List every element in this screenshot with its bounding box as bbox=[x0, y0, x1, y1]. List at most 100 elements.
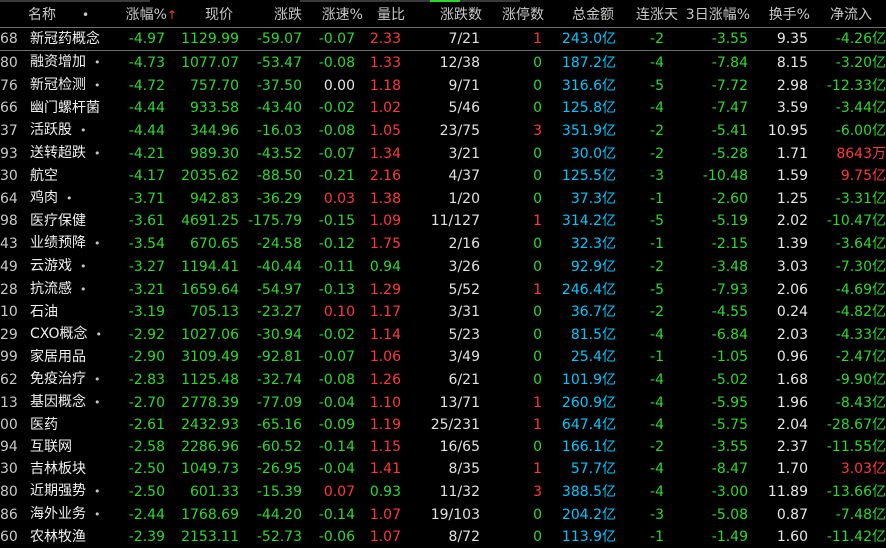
dot-icon: • bbox=[94, 237, 101, 250]
row-net-inflow: -3.44亿 bbox=[816, 97, 886, 119]
row-vol-ratio: 2.33 bbox=[363, 27, 413, 51]
table-row[interactable]: 30 吉林板块 -2.50 1049.73 -26.95 -0.04 1.41 8/35 1 57… bbox=[0, 458, 886, 480]
table-row[interactable]: 37 活跃股 • -4.44 344.96 -16.03 -0.08 1.05 23/75 3 35… bbox=[0, 119, 886, 142]
net-inflow-unit: 亿 bbox=[872, 258, 886, 275]
row-turnover: 1.60 bbox=[776, 529, 808, 545]
row-speed: 0.07 bbox=[323, 483, 355, 500]
table-row[interactable]: 30 航空 -4.17 2035.62 -88.50 -0.21 2.16 4/37 0 125.… bbox=[0, 165, 886, 187]
row-streak: -3 bbox=[650, 506, 664, 523]
row-code: 86 bbox=[0, 506, 18, 523]
table-row[interactable]: 80 近期强势 • -2.50 601.33 -15.39 0.07 0.93 11/32 3 38… bbox=[0, 480, 886, 503]
col-name[interactable]: 名称 • bbox=[20, 3, 112, 28]
row-amount: 30.0亿 bbox=[548, 142, 618, 165]
table-row[interactable]: 62 免疫治疗 • -2.83 1125.48 -32.74 -0.08 1.26 6/21 0 1… bbox=[0, 368, 886, 391]
row-price: 2035.62 bbox=[181, 168, 239, 184]
net-inflow-value: -7.48 bbox=[835, 506, 872, 523]
row-pct: -3.21 bbox=[128, 281, 165, 298]
row-amount: 32.3亿 bbox=[548, 232, 618, 255]
row-turnover: 1.59 bbox=[776, 168, 808, 184]
amount-unit: 亿 bbox=[602, 326, 616, 343]
row-pct3d: -3.00 bbox=[711, 483, 748, 500]
table-row[interactable]: 49 云游戏 • -3.27 1194.41 -40.44 -0.11 0.94 3/26 0 92… bbox=[0, 255, 886, 278]
row-vol-ratio: 2.16 bbox=[369, 168, 401, 184]
row-net-inflow: 3.03亿 bbox=[816, 458, 886, 480]
row-turnover: 1.39 bbox=[776, 235, 808, 252]
table-row[interactable]: 76 新冠检测 • -4.72 757.70 -37.50 0.00 1.18 9/71 0 316… bbox=[0, 74, 886, 97]
row-change: -60.52 bbox=[256, 439, 302, 455]
row-speed: -0.12 bbox=[318, 235, 355, 252]
row-streak: -2 bbox=[650, 122, 664, 139]
row-net-inflow: -7.30亿 bbox=[816, 255, 886, 278]
row-amount: 125.5亿 bbox=[548, 165, 618, 187]
table-row[interactable]: 43 业绩预降 • -3.54 670.65 -24.58 -0.12 1.75 2/16 0 32… bbox=[0, 232, 886, 255]
row-rise-count: 13/71 bbox=[439, 394, 480, 411]
row-name: 吉林板块 bbox=[20, 458, 112, 480]
row-streak: -3 bbox=[650, 168, 664, 184]
col-streak[interactable]: 连涨天 bbox=[618, 3, 678, 28]
net-inflow-value: -4.69 bbox=[835, 281, 872, 298]
row-amount: 314.2亿 bbox=[548, 210, 618, 232]
row-change: -23.27 bbox=[256, 304, 302, 320]
col-speed[interactable]: 涨速% bbox=[308, 3, 363, 28]
net-inflow-value: -2.47 bbox=[835, 349, 872, 365]
col-vol-ratio[interactable]: 量比 bbox=[363, 3, 413, 28]
row-turnover: 3.03 bbox=[776, 258, 808, 275]
row-code: 60 bbox=[0, 529, 18, 545]
row-limit-up: 1 bbox=[533, 461, 542, 477]
row-net-inflow: -28.67亿 bbox=[816, 414, 886, 436]
amount-value: 101.9 bbox=[561, 371, 602, 388]
row-code: 64 bbox=[0, 190, 18, 207]
col-change[interactable]: 涨跌 bbox=[247, 3, 308, 28]
col-net-inflow[interactable]: 净流入 bbox=[816, 3, 886, 28]
table-row[interactable]: 10 石油 -3.19 705.13 -23.27 0.10 1.17 3/31 0 36.7亿 -… bbox=[0, 301, 886, 323]
row-net-inflow: -7.48亿 bbox=[816, 503, 886, 526]
row-price: 757.70 bbox=[190, 77, 239, 94]
row-streak: -5 bbox=[650, 213, 664, 229]
sort-arrow-icon: ↑ bbox=[166, 8, 177, 22]
table-row[interactable]: 98 医疗保健 -3.61 4691.25 -175.79 -0.15 1.09 11/127… bbox=[0, 210, 886, 232]
row-streak: -4 bbox=[650, 483, 664, 500]
row-vol-ratio: 1.33 bbox=[369, 54, 401, 71]
col-pct3d[interactable]: 3日涨幅% bbox=[678, 3, 756, 28]
row-net-inflow: 8643万 bbox=[816, 142, 886, 165]
table-row[interactable]: 68 新冠药概念 -4.97 1129.99 -59.07 -0.07 2.33 7/21 1 2… bbox=[0, 27, 886, 51]
row-pct3d: -7.93 bbox=[711, 281, 748, 298]
table-row[interactable]: 28 抗流感 • -3.21 1659.64 -54.97 -0.13 1.29 5/52 1 24… bbox=[0, 278, 886, 301]
amount-value: 92.9 bbox=[570, 258, 602, 275]
col-price[interactable]: 现价 bbox=[177, 3, 247, 28]
table-row[interactable]: 86 海外业务 • -2.44 1768.69 -44.20 -0.14 1.07 19/103… bbox=[0, 503, 886, 526]
row-amount: 57.7亿 bbox=[548, 458, 618, 480]
table-row[interactable]: 93 送转超跌 • -4.21 989.30 -43.52 -0.07 1.34 3/21 0 30… bbox=[0, 142, 886, 165]
col-rise-count[interactable]: 涨跌数 bbox=[413, 3, 488, 28]
row-change: -36.29 bbox=[256, 190, 302, 207]
row-streak: -5 bbox=[650, 281, 664, 298]
table-row[interactable]: 64 鸡肉 • -3.71 942.83 -36.29 0.03 1.38 1/20 0 37.3亿… bbox=[0, 187, 886, 210]
row-name-label: 家居用品 bbox=[30, 349, 86, 365]
col-amount[interactable]: 总金额 bbox=[548, 3, 618, 28]
row-pct3d: -5.41 bbox=[711, 122, 748, 139]
net-inflow-unit: 亿 bbox=[872, 168, 886, 184]
table-row[interactable]: 99 家居用品 -2.90 3109.49 -92.81 -0.07 1.06 3/49 0 25… bbox=[0, 346, 886, 368]
table-row[interactable]: 13 基因概念 • -2.70 2778.39 -77.09 -0.04 1.10 13/71 1… bbox=[0, 391, 886, 414]
row-limit-up: 1 bbox=[533, 281, 542, 298]
table-row[interactable]: 94 互联网 -2.58 2286.96 -60.52 -0.14 1.15 16/65 0 16… bbox=[0, 436, 886, 458]
row-pct3d: -2.60 bbox=[711, 190, 748, 207]
amount-value: 125.8 bbox=[561, 100, 602, 116]
row-streak: -4 bbox=[650, 326, 664, 343]
row-speed: -0.11 bbox=[318, 258, 355, 275]
row-rise-count: 3/21 bbox=[448, 145, 480, 162]
row-rise-count: 16/65 bbox=[439, 439, 480, 455]
table-row[interactable]: 60 农林牧渔 -2.39 2153.11 -52.73 -0.06 1.07 8/72 0 11… bbox=[0, 526, 886, 548]
table-row[interactable]: 80 融资增加 • -4.73 1077.07 -53.47 -0.08 1.33 12/38 0… bbox=[0, 51, 886, 75]
col-limit-up[interactable]: 涨停数 bbox=[488, 3, 548, 28]
row-limit-up: 1 bbox=[533, 213, 542, 229]
row-limit-up: 0 bbox=[533, 371, 542, 388]
row-pct: -4.72 bbox=[128, 77, 165, 94]
table-row[interactable]: 29 CXO概念 • -2.92 1027.06 -30.94 -0.02 1.14 5/23 0… bbox=[0, 323, 886, 346]
table-row[interactable]: 66 幽门螺杆菌 -4.44 933.58 -43.40 -0.02 1.02 5/46 0 12… bbox=[0, 97, 886, 119]
col-pct[interactable]: 涨幅%↑ bbox=[112, 3, 177, 28]
table-row[interactable]: 00 医药 -2.61 2432.93 -65.16 -0.09 1.19 25/231 1 64… bbox=[0, 414, 886, 436]
row-turnover: 1.68 bbox=[776, 371, 808, 388]
col-turnover[interactable]: 换手% bbox=[756, 3, 816, 28]
sector-quote-table: 名称 • 涨幅%↑ 现价 涨跌 涨速% 量比 涨跌数 涨停数 总金额 连涨天 3日… bbox=[0, 3, 886, 548]
